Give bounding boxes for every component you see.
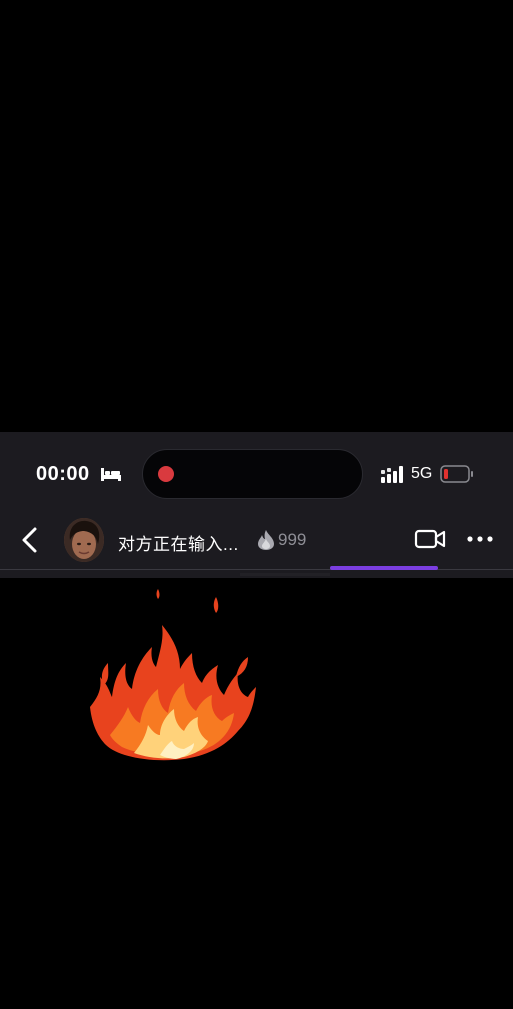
fire-badge-icon	[258, 530, 274, 550]
status-time: 00:00	[36, 463, 90, 485]
battery-icon	[440, 465, 473, 483]
chevron-left-icon[interactable]	[16, 524, 44, 556]
fire-sticker[interactable]	[88, 585, 258, 765]
bed-icon	[101, 468, 121, 481]
network-type: 5G	[411, 465, 433, 482]
recording-indicator	[158, 466, 174, 482]
streak-count: 999	[278, 530, 307, 549]
more-dots-icon[interactable]	[466, 532, 494, 546]
accent-underline	[330, 566, 438, 570]
dynamic-island[interactable]	[142, 449, 363, 499]
video-overlay-area	[0, 0, 513, 432]
avatar[interactable]	[64, 518, 104, 562]
contact-typing-status[interactable]: 对方正在输入...	[118, 530, 239, 555]
signal-icon	[381, 466, 403, 483]
video-camera-icon[interactable]	[414, 527, 446, 551]
header-shadow-line	[240, 573, 330, 576]
